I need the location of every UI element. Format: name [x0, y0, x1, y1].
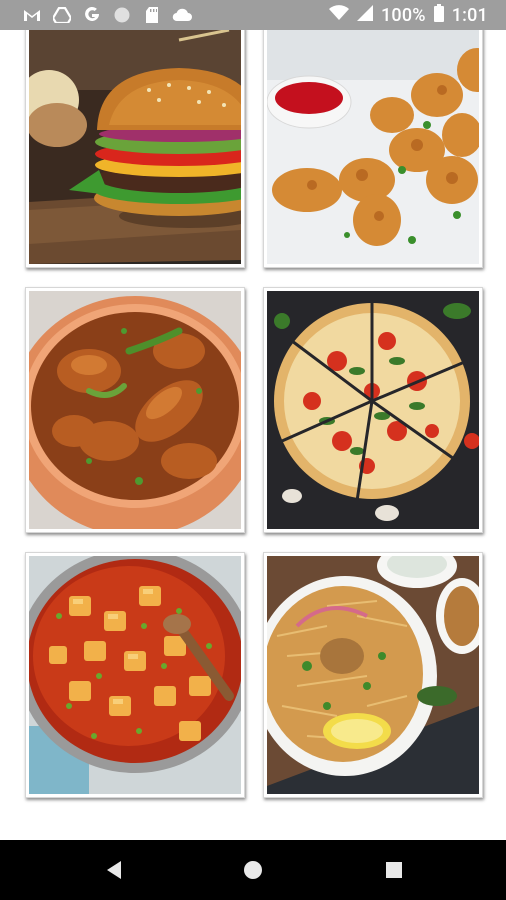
food-tile-biryani[interactable]	[263, 552, 483, 798]
biryani-image	[267, 556, 479, 794]
drive-icon	[52, 5, 72, 25]
battery-icon	[433, 3, 444, 27]
status-bar: 100% 1:01	[0, 0, 506, 30]
notification-icons	[22, 0, 192, 30]
chicken-curry-image	[29, 291, 241, 529]
navigation-bar	[0, 840, 506, 900]
food-grid	[0, 30, 506, 840]
wifi-icon	[329, 4, 349, 26]
burger-image	[29, 30, 241, 264]
signal-icon	[357, 4, 373, 26]
cloud-icon	[172, 5, 192, 25]
food-tile-chicken-curry[interactable]	[25, 287, 245, 533]
clock: 1:01	[451, 4, 488, 26]
gmail-icon	[22, 5, 42, 25]
sd-card-icon	[142, 5, 162, 25]
status-right: 100% 1:01	[329, 0, 488, 30]
fried-chicken-image	[267, 30, 479, 264]
paneer-masala-image	[29, 556, 241, 794]
home-circle-icon	[244, 861, 262, 879]
google-icon	[82, 5, 102, 25]
recents-button[interactable]	[382, 858, 406, 882]
pizza-image	[267, 291, 479, 529]
food-tile-paneer-masala[interactable]	[25, 552, 245, 798]
recents-square-icon	[386, 862, 402, 878]
back-button[interactable]	[103, 858, 127, 882]
food-tile-burger[interactable]	[25, 30, 245, 268]
home-button[interactable]	[241, 858, 265, 882]
back-triangle-icon	[107, 861, 121, 879]
circle-icon	[112, 5, 132, 25]
food-tile-pizza[interactable]	[263, 287, 483, 533]
food-tile-fried-chicken[interactable]	[263, 30, 483, 268]
battery-percentage: 100%	[381, 4, 426, 26]
